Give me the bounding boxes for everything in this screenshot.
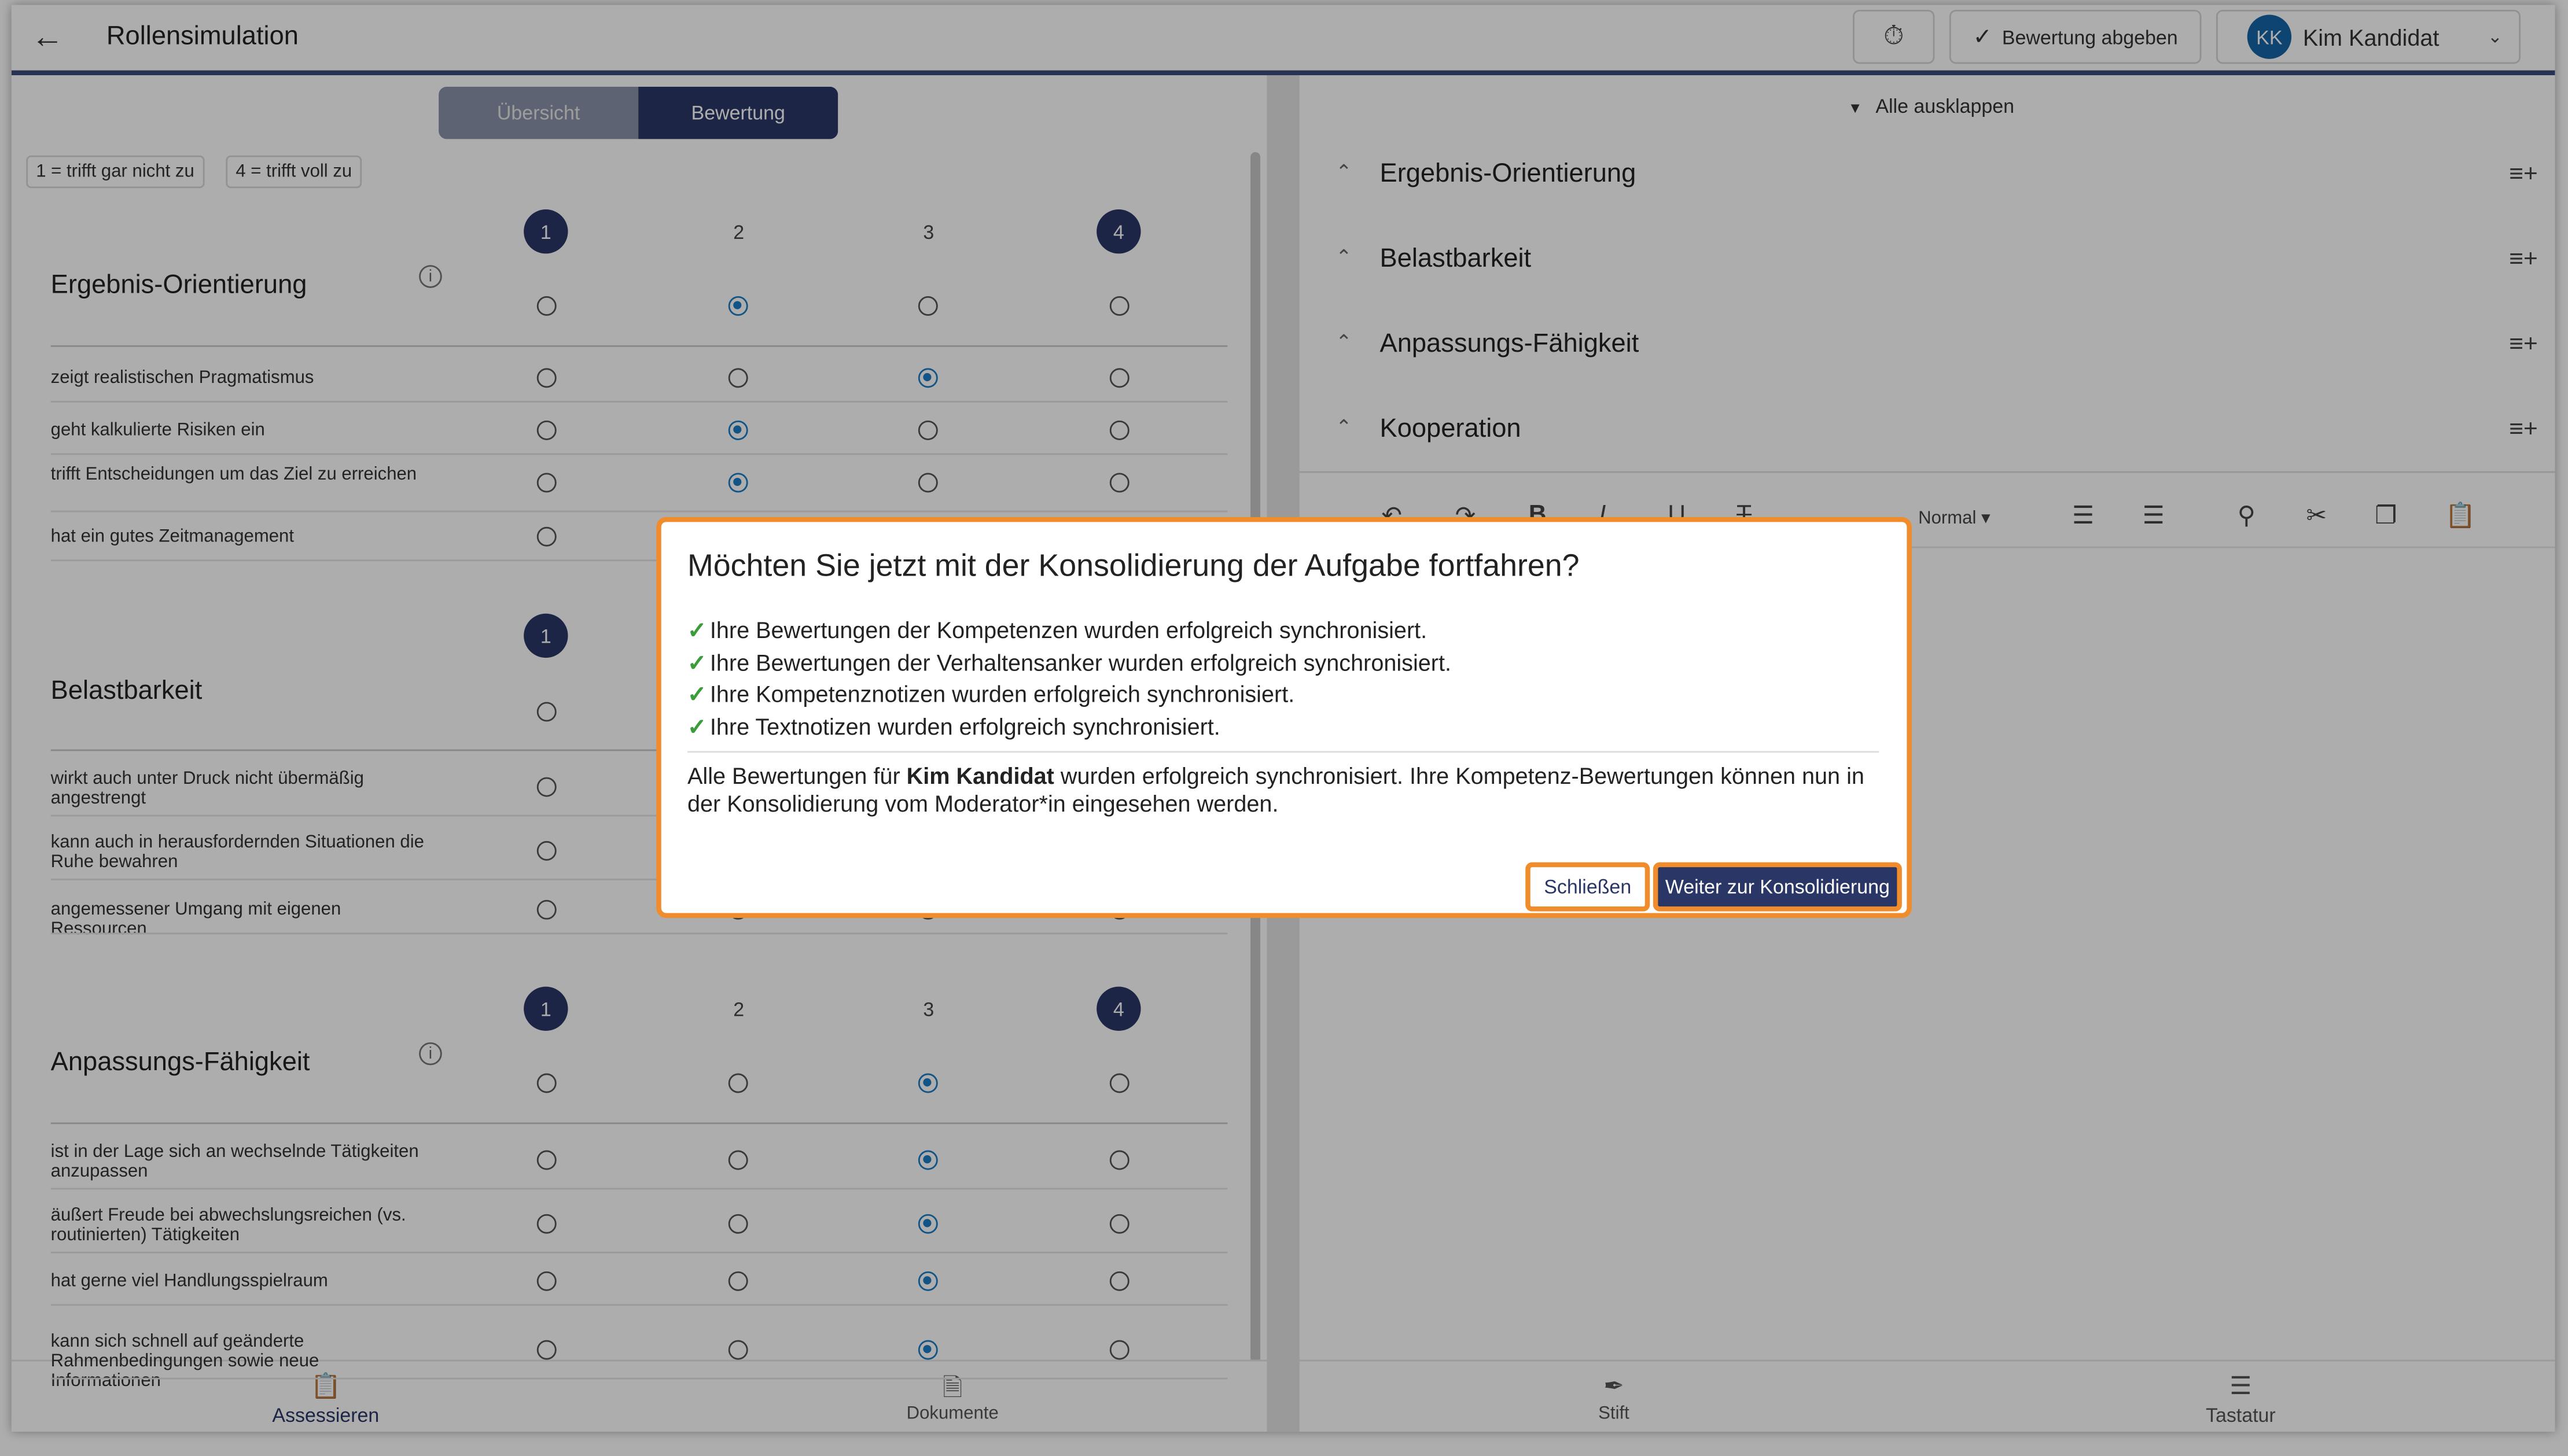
close-button[interactable]: Schließen <box>1525 862 1650 912</box>
check-icon: ✓ <box>687 713 707 740</box>
sync-check-item: ✓ Ihre Textnotizen wurden erfolgreich syn… <box>687 713 1220 741</box>
dialog-message: Alle Bewertungen für Kim Kandidat wurden… <box>687 762 1882 818</box>
dialog-separator <box>687 751 1879 753</box>
check-icon: ✓ <box>687 649 707 676</box>
sync-check-text: Ihre Textnotizen wurden erfolgreich sync… <box>709 713 1220 740</box>
message-candidate-name: Kim Kandidat <box>906 762 1054 789</box>
check-icon: ✓ <box>687 680 707 707</box>
confirm-dialog: Möchten Sie jetzt mit der Konsolidierung… <box>656 517 1912 918</box>
sync-check-item: ✓ Ihre Bewertungen der Kompetenzen wurden… <box>687 617 1427 644</box>
message-prefix: Alle Bewertungen für <box>687 762 907 789</box>
sync-check-item: ✓ Ihre Kompetenznotizen wurden erfolgreic… <box>687 681 1294 709</box>
check-icon: ✓ <box>687 617 707 643</box>
sync-check-item: ✓ Ihre Bewertungen der Verhaltensanker wu… <box>687 650 1451 677</box>
continue-consolidation-button[interactable]: Weiter zur Konsolidierung <box>1653 862 1902 912</box>
sync-check-text: Ihre Kompetenznotizen wurden erfolgreich… <box>709 680 1295 707</box>
sync-check-text: Ihre Bewertungen der Kompetenzen wurden … <box>709 617 1428 643</box>
dialog-title: Möchten Sie jetzt mit der Konsolidierung… <box>687 550 1580 584</box>
sync-check-text: Ihre Bewertungen der Verhaltensanker wur… <box>709 649 1451 676</box>
